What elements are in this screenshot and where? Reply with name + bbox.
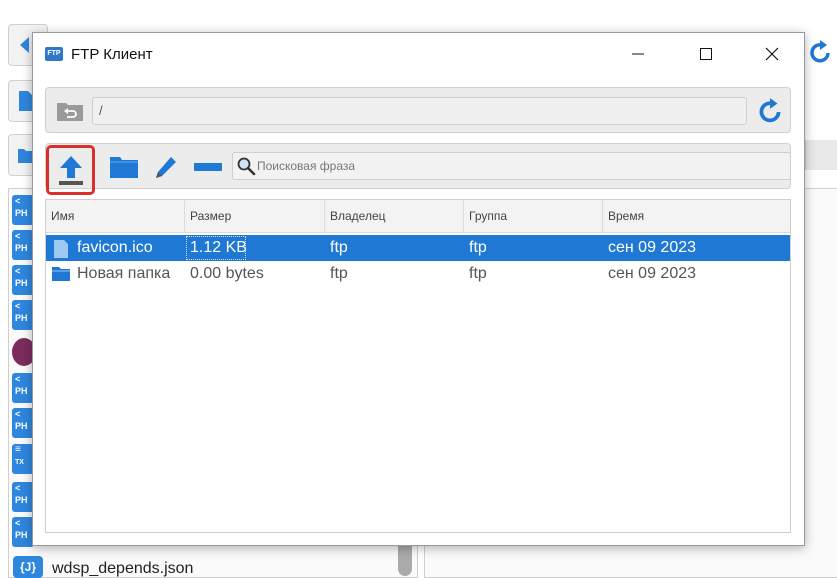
maximize-icon bbox=[700, 48, 712, 60]
path-input[interactable]: / bbox=[92, 97, 747, 125]
ftp-app-icon: FTP bbox=[45, 47, 63, 61]
path-bar: / bbox=[45, 87, 791, 133]
refresh-icon bbox=[810, 40, 830, 63]
ftp-client-window: FTP FTP Клиент / Поисковая фраза Имя Раз… bbox=[32, 32, 805, 546]
php-file-icon[interactable]: < PH bbox=[12, 517, 34, 547]
minus-icon bbox=[194, 163, 222, 171]
row-owner: ftp bbox=[330, 265, 348, 282]
rename-button[interactable] bbox=[146, 148, 186, 186]
upload-button[interactable] bbox=[46, 145, 95, 195]
search-box bbox=[232, 152, 791, 180]
folder-up-button[interactable] bbox=[56, 100, 83, 122]
search-icon bbox=[237, 157, 256, 176]
php-file-icon[interactable]: < PH bbox=[12, 230, 34, 260]
row-size: 1.12 KB bbox=[185, 235, 247, 261]
php-file-icon[interactable]: < PH bbox=[12, 265, 34, 295]
pencil-icon bbox=[156, 157, 176, 178]
php-file-icon[interactable]: < PH bbox=[12, 373, 34, 403]
row-group: ftp bbox=[469, 239, 487, 256]
close-icon bbox=[765, 47, 779, 61]
row-size: 0.00 bytes bbox=[190, 265, 264, 282]
txt-file-icon[interactable]: ≡ TX bbox=[12, 444, 34, 474]
bg-file-name[interactable]: wdsp_depends.json bbox=[52, 560, 193, 578]
bg-refresh-button[interactable] bbox=[806, 36, 834, 68]
refresh-icon bbox=[759, 98, 781, 123]
php-file-icon[interactable]: < PH bbox=[12, 408, 34, 438]
php-file-icon[interactable]: < PH bbox=[12, 482, 34, 512]
maximize-button[interactable] bbox=[683, 33, 729, 75]
minimize-button[interactable] bbox=[615, 33, 661, 75]
row-time: сен 09 2023 bbox=[608, 265, 697, 282]
column-header-time[interactable]: Время bbox=[603, 200, 792, 233]
delete-button[interactable] bbox=[188, 148, 228, 186]
search-input[interactable] bbox=[257, 153, 777, 179]
table-header: Имя Размер Владелец Группа Время bbox=[46, 200, 790, 233]
refresh-button[interactable] bbox=[754, 95, 786, 127]
arrow-left-icon bbox=[20, 37, 29, 53]
minimize-icon bbox=[632, 53, 644, 55]
table-row[interactable]: Новая папка 0.00 bytes ftp ftp сен 09 20… bbox=[46, 261, 790, 287]
column-header-size[interactable]: Размер bbox=[185, 200, 325, 233]
title-bar[interactable]: FTP FTP Клиент bbox=[33, 33, 804, 75]
folder-up-icon bbox=[57, 103, 83, 121]
php-file-icon[interactable]: < PH bbox=[12, 195, 34, 225]
row-owner: ftp bbox=[330, 239, 348, 256]
column-header-owner[interactable]: Владелец bbox=[325, 200, 464, 233]
row-group: ftp bbox=[469, 265, 487, 282]
column-header-group[interactable]: Группа bbox=[464, 200, 603, 233]
row-name: Новая папка bbox=[77, 265, 171, 282]
folder-icon bbox=[110, 157, 138, 178]
window-title: FTP Клиент bbox=[71, 45, 153, 63]
row-name: favicon.ico bbox=[77, 239, 153, 256]
close-button[interactable] bbox=[749, 33, 795, 75]
bg-toolbar-strip bbox=[805, 140, 837, 170]
action-toolbar bbox=[45, 143, 791, 195]
php-file-icon[interactable]: < PH bbox=[12, 300, 34, 330]
upload-icon bbox=[58, 156, 83, 185]
row-time: сен 09 2023 bbox=[608, 239, 697, 256]
json-file-icon[interactable]: {J} bbox=[13, 556, 43, 578]
table-row[interactable]: favicon.ico 1.12 KB ftp ftp сен 09 2023 bbox=[46, 235, 790, 261]
new-folder-button[interactable] bbox=[104, 148, 144, 186]
file-table: Имя Размер Владелец Группа Время favicon… bbox=[45, 199, 791, 533]
column-header-name[interactable]: Имя bbox=[46, 200, 185, 233]
